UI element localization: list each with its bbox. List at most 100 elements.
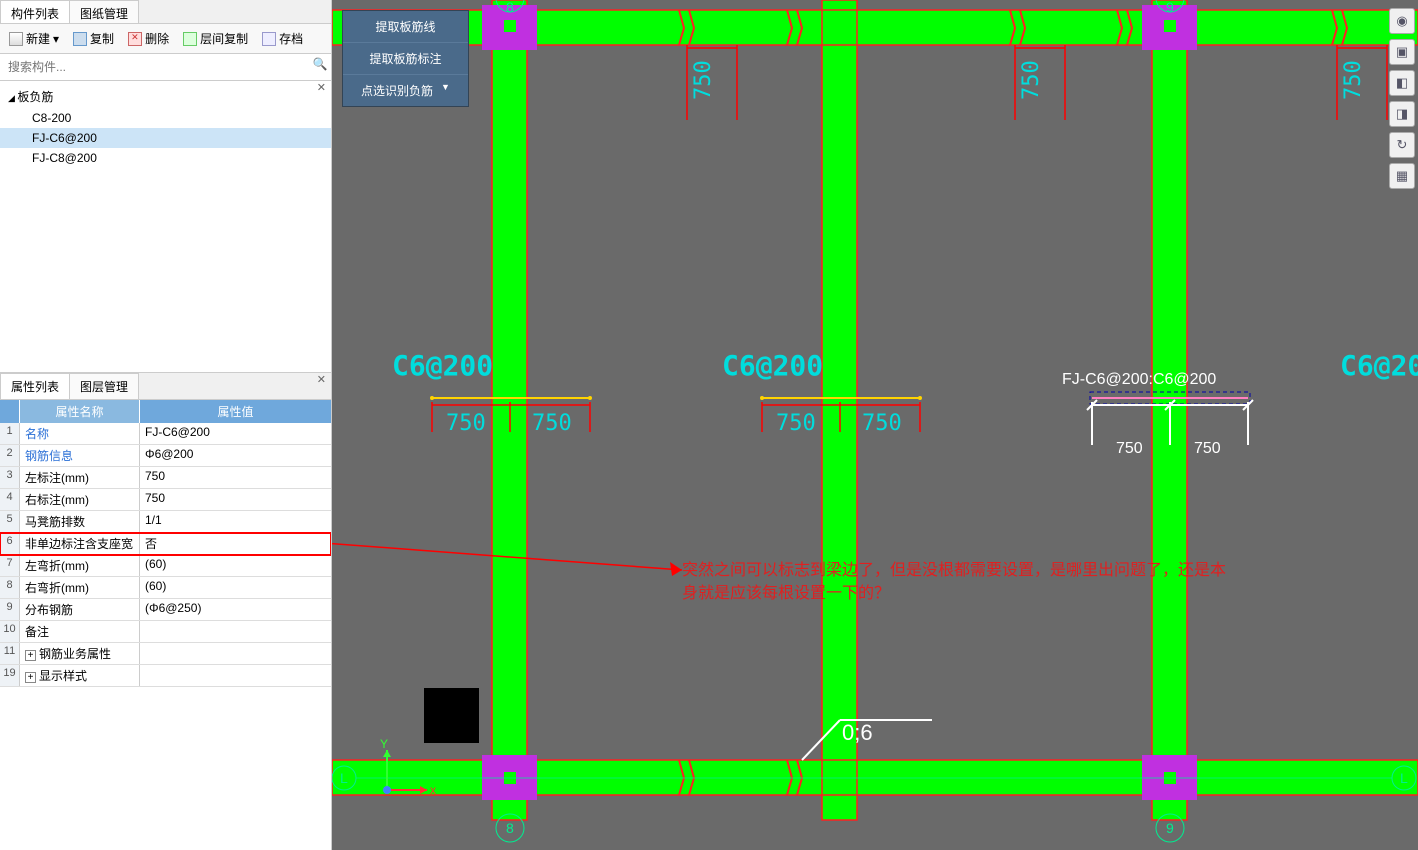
cube3d-icon[interactable]: ▣: [1389, 39, 1415, 65]
dim-white: 750: [1194, 440, 1221, 457]
prop-value[interactable]: [140, 643, 331, 664]
prop-row[interactable]: 6非单边标注含支座宽否: [0, 533, 331, 555]
annotation-line1: 突然之间可以标志到梁边了，但是没根都需要设置，是哪里出问题了，还是本: [682, 561, 1226, 579]
prop-row[interactable]: 9分布钢筋(Φ6@250): [0, 599, 331, 621]
tree-leaf[interactable]: FJ-C8@200: [0, 148, 331, 168]
svg-text:x: x: [430, 783, 436, 797]
grid-bubble: L: [340, 770, 348, 786]
float-toolbar: 提取板筋线 提取板筋标注 点选识别负筋▼: [342, 10, 469, 107]
rotate-icon[interactable]: ↻: [1389, 132, 1415, 158]
drawing-svg: 750 750 750 C6@200 C6@200 C6@200 750 750…: [332, 0, 1418, 850]
copy-button[interactable]: 复制: [68, 28, 119, 49]
grid-bubble: 9: [1166, 820, 1174, 836]
extract-rebar-annot-button[interactable]: 提取板筋标注: [343, 43, 468, 75]
search-row: 🔍: [0, 54, 331, 81]
prop-row[interactable]: 1名称FJ-C6@200: [0, 423, 331, 445]
prop-name: +钢筋业务属性: [20, 643, 140, 664]
save-button[interactable]: 存档: [257, 28, 308, 49]
col-prop-name: 属性名称: [20, 400, 140, 423]
svg-text:Y: Y: [380, 737, 388, 751]
layer-copy-icon: [183, 32, 197, 46]
prop-name: 右弯折(mm): [20, 577, 140, 598]
delete-button[interactable]: 删除: [123, 28, 174, 49]
prop-row[interactable]: 11+钢筋业务属性: [0, 643, 331, 665]
prop-row[interactable]: 19+显示样式: [0, 665, 331, 687]
prop-value[interactable]: Φ6@200: [140, 445, 331, 466]
prop-name: 右标注(mm): [20, 489, 140, 510]
tab-drawing-mgmt[interactable]: 图纸管理: [69, 0, 139, 23]
dim-top: 750: [1019, 60, 1044, 100]
cube2-icon[interactable]: ◨: [1389, 101, 1415, 127]
grid-bubble: 8: [506, 0, 514, 15]
tree-leaf[interactable]: C8-200: [0, 108, 331, 128]
bottom-dim: 0;6: [842, 720, 873, 745]
tree-root[interactable]: 板负筋: [0, 85, 331, 108]
cube-icon[interactable]: ◧: [1389, 70, 1415, 96]
dim-mid: 750: [862, 411, 902, 436]
props-close-icon[interactable]: ✕: [314, 373, 329, 386]
point-recognize-button[interactable]: 点选识别负筋▼: [343, 75, 468, 106]
new-button[interactable]: 新建 ▾: [4, 28, 64, 49]
properties-panel: ✕ 属性列表 图层管理 属性名称 属性值 1名称FJ-C6@2002钢筋信息Φ6…: [0, 373, 331, 850]
search-icon[interactable]: 🔍: [312, 57, 328, 77]
component-tree: ✕ 板负筋 C8-200 FJ-C6@200 FJ-C8@200: [0, 81, 331, 373]
props-body: 1名称FJ-C6@2002钢筋信息Φ6@2003左标注(mm)7504右标注(m…: [0, 423, 331, 850]
component-tabs: 构件列表 图纸管理: [0, 0, 331, 24]
dim-mid: 750: [446, 411, 486, 436]
grid-bubble: 9: [1166, 0, 1174, 15]
prop-name: 分布钢筋: [20, 599, 140, 620]
panel-close-icon[interactable]: ✕: [314, 81, 329, 94]
prop-value[interactable]: (60): [140, 577, 331, 598]
view3d-icon[interactable]: ◉: [1389, 8, 1415, 34]
prop-row[interactable]: 4右标注(mm)750: [0, 489, 331, 511]
viewport[interactable]: 750 750 750 C6@200 C6@200 C6@200 750 750…: [332, 0, 1418, 850]
prop-name: 左标注(mm): [20, 467, 140, 488]
extract-rebar-line-button[interactable]: 提取板筋线: [343, 11, 468, 43]
prop-name: 非单边标注含支座宽: [20, 533, 140, 554]
prop-value[interactable]: 1/1: [140, 511, 331, 532]
prop-value[interactable]: 750: [140, 489, 331, 510]
prop-value[interactable]: [140, 621, 331, 642]
prop-row[interactable]: 8右弯折(mm)(60): [0, 577, 331, 599]
prop-row[interactable]: 2钢筋信息Φ6@200: [0, 445, 331, 467]
prop-name: 左弯折(mm): [20, 555, 140, 576]
prop-name: 名称: [20, 423, 140, 444]
tab-props[interactable]: 属性列表: [0, 373, 70, 399]
search-input[interactable]: [3, 57, 312, 77]
prop-name: 备注: [20, 621, 140, 642]
dim-top: 750: [1341, 60, 1366, 100]
prop-value[interactable]: 750: [140, 467, 331, 488]
prop-row[interactable]: 3左标注(mm)750: [0, 467, 331, 489]
prop-value[interactable]: (Φ6@250): [140, 599, 331, 620]
prop-value[interactable]: (60): [140, 555, 331, 576]
selected-label: FJ-C6@200:C6@200: [1062, 371, 1216, 388]
dim-white: 750: [1116, 440, 1143, 457]
props-header: 属性名称 属性值: [0, 400, 331, 423]
prop-name: 钢筋信息: [20, 445, 140, 466]
annotation-line2: 身就是应该每根设置一下的？: [682, 583, 890, 602]
props-tabs: 属性列表 图层管理: [0, 373, 331, 400]
save-icon: [262, 32, 276, 46]
tab-component-list[interactable]: 构件列表: [0, 0, 70, 23]
delete-icon: [128, 32, 142, 46]
new-icon: [9, 32, 23, 46]
dim-mid: 750: [532, 411, 572, 436]
dim-top: 750: [691, 60, 716, 100]
rebar-label: C6@200: [392, 349, 493, 382]
prop-value[interactable]: FJ-C6@200: [140, 423, 331, 444]
prop-row[interactable]: 5马凳筋排数1/1: [0, 511, 331, 533]
col-prop-value: 属性值: [140, 400, 331, 423]
prop-value[interactable]: 否: [140, 533, 331, 554]
prop-row[interactable]: 7左弯折(mm)(60): [0, 555, 331, 577]
right-toolbar: ◉ ▣ ◧ ◨ ↻ ▦: [1389, 8, 1415, 189]
prop-value[interactable]: [140, 665, 331, 686]
copy-icon: [73, 32, 87, 46]
grid-icon[interactable]: ▦: [1389, 163, 1415, 189]
tree-leaf[interactable]: FJ-C6@200: [0, 128, 331, 148]
layer-copy-button[interactable]: 层间复制: [178, 28, 253, 49]
prop-row[interactable]: 10备注: [0, 621, 331, 643]
rebar-label: C6@200: [1340, 349, 1418, 382]
prop-name: 马凳筋排数: [20, 511, 140, 532]
tab-layers[interactable]: 图层管理: [69, 373, 139, 399]
prop-name: +显示样式: [20, 665, 140, 686]
